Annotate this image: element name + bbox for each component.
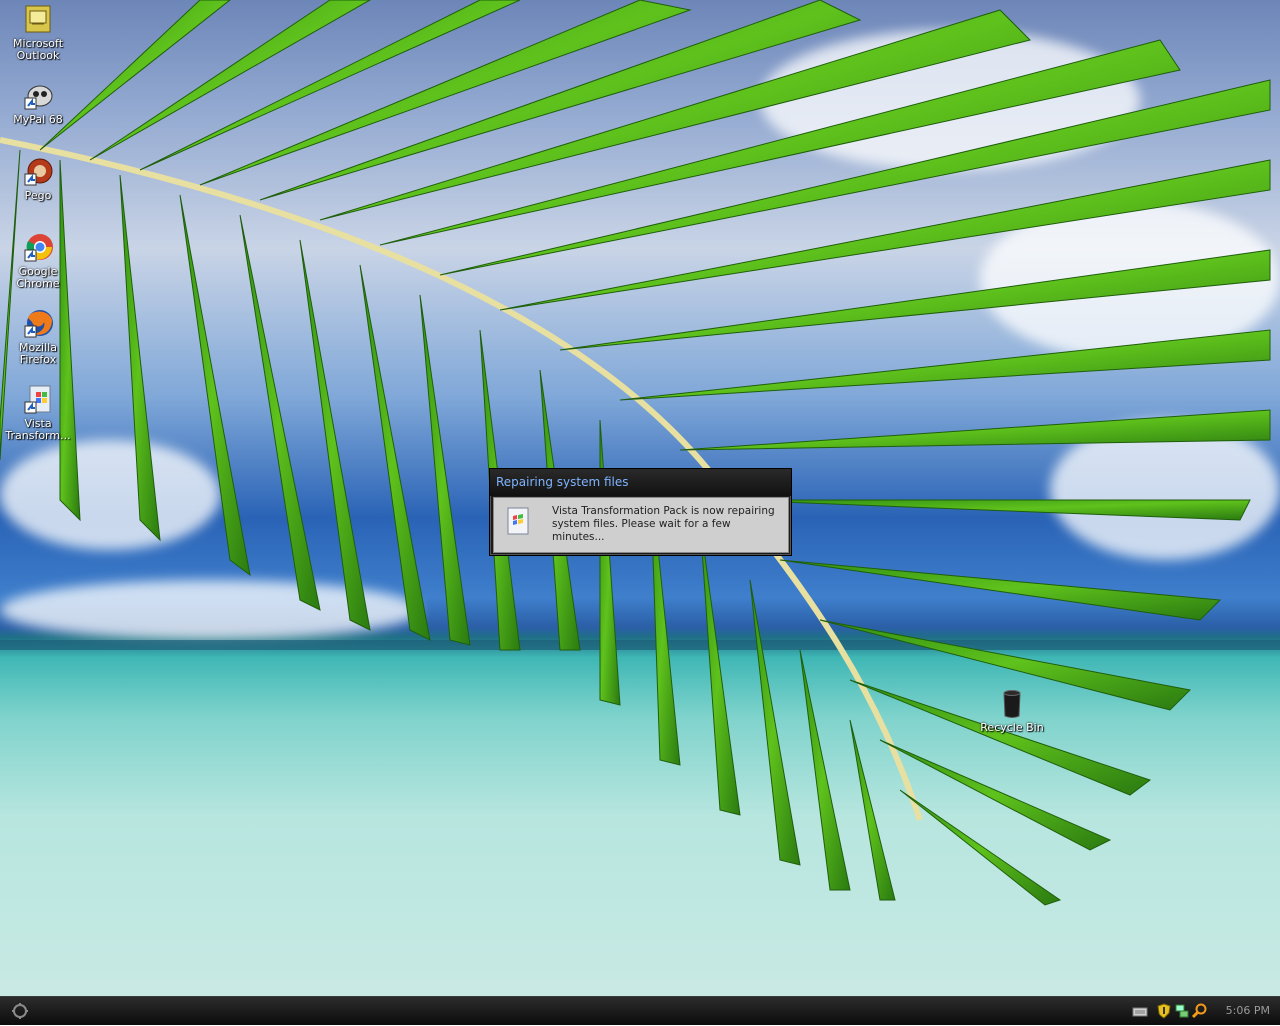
desktop-icon-pego[interactable]: Pego	[0, 156, 76, 202]
vista-transformation-icon	[22, 384, 54, 416]
desktop-icon-outlook[interactable]: Microsoft Outlook	[0, 4, 76, 62]
start-button[interactable]	[6, 1000, 34, 1022]
desktop-icon-mypal[interactable]: MyPal 68	[0, 80, 76, 126]
firefox-icon	[22, 308, 54, 340]
keyboard-icon[interactable]	[1132, 1003, 1148, 1019]
dialog-body: Vista Transformation Pack is now repairi…	[493, 497, 789, 553]
icon-label: Google Chrome	[16, 265, 60, 290]
recycle-bin-icon	[996, 688, 1028, 720]
mypal-icon	[22, 80, 54, 112]
desktop-icon-firefox[interactable]: Mozilla Firefox	[0, 308, 76, 366]
dialog-message: Vista Transformation Pack is now repairi…	[552, 505, 775, 543]
shield-icon[interactable]	[1156, 1003, 1172, 1019]
chrome-icon	[22, 232, 54, 264]
windows-setup-icon	[506, 506, 532, 536]
dialog-title: Repairing system files	[490, 469, 791, 496]
icon-label: Recycle Bin	[980, 721, 1044, 734]
start-orb-icon	[12, 1003, 28, 1019]
taskbar: 5:06 PM	[0, 996, 1280, 1025]
repair-dialog[interactable]: Repairing system files Vista Transformat…	[489, 468, 792, 556]
system-tray: 5:06 PM	[1130, 997, 1280, 1025]
pego-icon	[22, 156, 54, 188]
desktop-icon-vista-transformation[interactable]: Vista Transform...	[0, 384, 76, 442]
icon-label: Microsoft Outlook	[12, 37, 64, 62]
icon-label: MyPal 68	[13, 113, 63, 126]
taskbar-clock[interactable]: 5:06 PM	[1226, 1004, 1270, 1017]
search-icon[interactable]	[1191, 1003, 1208, 1019]
icon-label: Mozilla Firefox	[19, 341, 57, 366]
desktop-icon-recycle-bin[interactable]: Recycle Bin	[974, 688, 1050, 734]
icon-label: Pego	[24, 189, 52, 202]
network-icon[interactable]	[1174, 1003, 1190, 1019]
desktop-icon-chrome[interactable]: Google Chrome	[0, 232, 76, 290]
outlook-icon	[22, 4, 54, 36]
icon-label: Vista Transform...	[5, 417, 71, 442]
